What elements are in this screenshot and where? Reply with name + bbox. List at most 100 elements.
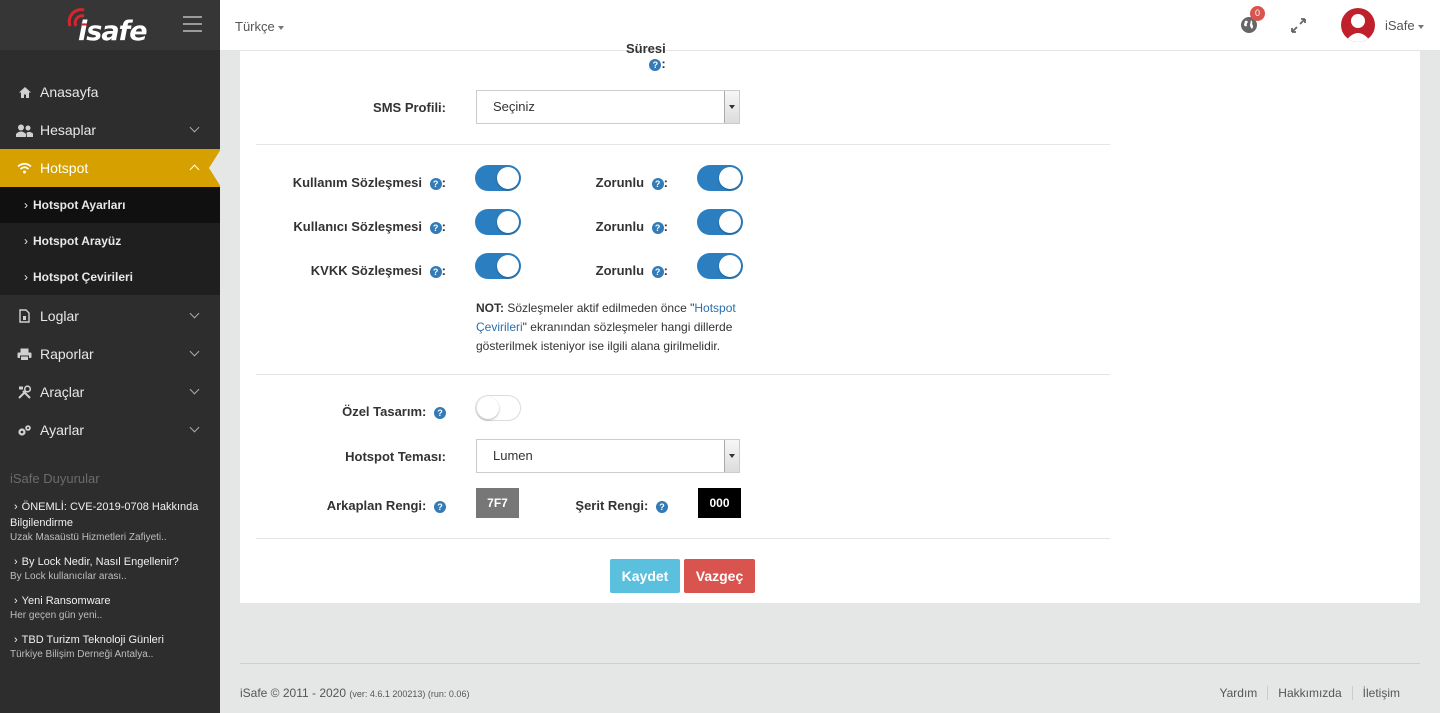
wifi-icon <box>16 160 33 177</box>
strip-color-picker[interactable]: 000 <box>698 488 741 518</box>
bg-color-label: Arkaplan Rengi: ? <box>256 498 446 513</box>
label-text: Şerit Rengi: <box>575 498 649 513</box>
sidebar-item-label: Loglar <box>40 308 79 324</box>
submenu-item-hotspot-ayarlari[interactable]: › Hotspot Ayarları <box>0 187 220 223</box>
version-text: (ver: 4.6.1 200213) (run: 0.06) <box>349 689 470 699</box>
usage-required-toggle[interactable] <box>697 165 743 191</box>
settings-panel: Süresi?: SMS Profili: Seçiniz Kullanım S… <box>240 41 1420 603</box>
save-button[interactable]: Kaydet <box>610 559 680 593</box>
contact-link[interactable]: İletişim <box>1351 686 1410 700</box>
submenu-item-hotspot-arayuz[interactable]: › Hotspot Arayüz <box>0 223 220 259</box>
help-icon[interactable]: ? <box>651 266 664 278</box>
kvkk-required-toggle[interactable] <box>697 253 743 279</box>
label-text: Kullanım Sözleşmesi <box>292 175 423 190</box>
help-icon[interactable]: ? <box>434 501 446 513</box>
sidebar-item-loglar[interactable]: Loglar <box>0 297 220 335</box>
sidebar-item-araclar[interactable]: Araçlar <box>0 373 220 411</box>
chevron-up-icon <box>189 164 200 175</box>
isafe-logo[interactable]: isafe <box>66 4 158 48</box>
submenu-item-hotspot-cevirileri[interactable]: › Hotspot Çevirileri <box>0 259 220 295</box>
help-link[interactable]: Yardım <box>1210 686 1268 700</box>
usage-agreement-toggle[interactable] <box>475 165 521 191</box>
help-icon[interactable]: ? <box>651 178 664 190</box>
sidebar-item-hotspot[interactable]: Hotspot <box>0 149 221 187</box>
help-icon[interactable]: ? <box>429 222 442 234</box>
select-arrow-icon <box>724 440 739 472</box>
hotspot-theme-select[interactable]: Lumen <box>476 439 740 473</box>
divider <box>256 374 1110 375</box>
help-icon[interactable]: ? <box>429 178 442 190</box>
chevron-down-icon <box>189 122 200 133</box>
chevron-down-icon <box>189 422 200 433</box>
about-link[interactable]: Hakkımızda <box>1267 686 1351 700</box>
help-icon[interactable]: ? <box>429 266 442 278</box>
custom-design-label: Özel Tasarım: ? <box>256 404 446 419</box>
log-file-icon <box>16 308 33 325</box>
sidebar-item-label: Araçlar <box>40 384 85 400</box>
sidebar-item-label: Raporlar <box>40 346 94 362</box>
kvkk-agreement-label: KVKK Sözleşmesi ?: <box>310 263 446 278</box>
help-icon[interactable]: ? <box>656 501 668 513</box>
sms-profile-select[interactable]: Seçiniz <box>476 90 740 124</box>
sidebar-item-ayarlar[interactable]: Ayarlar <box>0 411 220 449</box>
menu-toggle-icon[interactable] <box>183 16 202 32</box>
copyright-text: iSafe © 2011 - 2020 <box>240 686 347 700</box>
select-value: Lumen <box>493 448 533 463</box>
submenu-label: Hotspot Ayarları <box>33 198 126 212</box>
custom-design-toggle[interactable] <box>475 395 521 421</box>
sidebar-item-hesaplar[interactable]: Hesaplar <box>0 111 220 149</box>
sidebar: isafe Anasayfa Hesaplar Hotspot › Hotspot <box>0 0 221 713</box>
user-required-label: Zorunlu ?: <box>595 219 668 234</box>
sidebar-item-label: Ayarlar <box>40 422 85 438</box>
language-selector[interactable]: Türkçe <box>235 19 284 34</box>
announcement-item[interactable]: › By Lock Nedir, Nasıl Engellenir? By Loc… <box>10 554 215 584</box>
chevron-down-icon <box>189 308 200 319</box>
announcement-item[interactable]: › TBD Turizm Teknoloji Günleri Türkiye Bi… <box>10 632 215 662</box>
kvkk-agreement-toggle[interactable] <box>475 253 521 279</box>
fullscreen-icon[interactable] <box>1291 18 1306 33</box>
select-value: Seçiniz <box>493 99 535 114</box>
divider <box>256 144 1110 145</box>
help-icon[interactable]: ? <box>649 59 662 71</box>
label-text: Özel Tasarım: <box>342 404 427 419</box>
user-agreement-toggle[interactable] <box>475 209 521 235</box>
hotspot-submenu: › Hotspot Ayarları › Hotspot Arayüz › Hotsp… <box>0 187 220 295</box>
usage-agreement-label: Kullanım Sözleşmesi ?: <box>292 175 446 190</box>
username: iSafe <box>1385 18 1415 33</box>
label-text: Zorunlu <box>595 175 645 190</box>
label-text: Zorunlu <box>595 263 645 278</box>
announcement-item[interactable]: › Yeni Ransomware Her geçen gün yeni.. <box>10 593 215 623</box>
announcement-title: Yeni Ransomware <box>21 595 111 607</box>
cancel-button[interactable]: Vazgeç <box>684 559 755 593</box>
kvkk-required-label: Zorunlu ?: <box>595 263 668 278</box>
note-prefix: NOT: <box>476 301 504 315</box>
caret-down-icon <box>277 25 284 30</box>
user-agreement-label: Kullanıcı Sözleşmesi ?: <box>293 219 446 234</box>
announcement-item[interactable]: › ÖNEMLİ: CVE-2019-0708 Hakkında Bilgilen… <box>10 499 215 545</box>
partial-field-label: Süresi?: <box>626 41 666 71</box>
sidebar-item-label: Hotspot <box>40 160 89 176</box>
bg-color-picker[interactable]: 7F7 <box>476 488 519 518</box>
top-header: Türkçe 0 iSafe <box>220 0 1440 51</box>
help-icon[interactable]: ? <box>651 222 664 234</box>
announcement-desc: By Lock kullanıcılar arası.. <box>10 571 127 582</box>
submenu-label: Hotspot Çevirileri <box>33 270 134 284</box>
divider <box>256 538 1110 539</box>
sidebar-item-raporlar[interactable]: Raporlar <box>0 335 220 373</box>
label-text: Kullanıcı Sözleşmesi <box>293 219 423 234</box>
printer-icon <box>16 346 33 363</box>
agreement-note: NOT: Sözleşmeler aktif edilmeden önce "H… <box>476 299 776 356</box>
user-avatar[interactable] <box>1341 8 1375 42</box>
help-icon[interactable]: ? <box>434 407 446 419</box>
sidebar-item-anasayfa[interactable]: Anasayfa <box>0 73 220 111</box>
tools-icon <box>16 384 33 401</box>
user-required-toggle[interactable] <box>697 209 743 235</box>
label-text: Süresi <box>626 41 666 56</box>
logo-bar: isafe <box>0 0 220 50</box>
chevron-down-icon <box>189 384 200 395</box>
user-menu[interactable]: iSafe <box>1385 18 1424 33</box>
label-text: Arkaplan Rengi: <box>326 498 427 513</box>
note-text: Sözleşmeler aktif edilmeden önce " <box>504 301 695 315</box>
sidebar-item-label: Anasayfa <box>40 84 99 100</box>
logo-text: isafe <box>78 16 148 47</box>
